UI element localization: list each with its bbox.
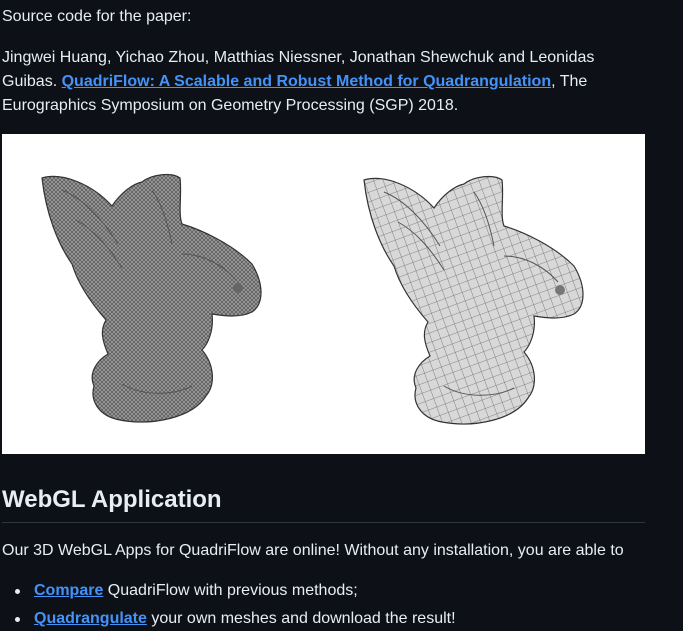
gargoyle-triangle-mesh-icon <box>41 173 262 423</box>
citation-paragraph: Jingwei Huang, Yichao Zhou, Matthias Nie… <box>2 46 642 118</box>
compare-link[interactable]: Compare <box>34 582 103 599</box>
gargoyle-figure-image <box>41 173 584 425</box>
list-item: Quadrangulate your own meshes and downlo… <box>15 607 456 631</box>
section-description: Our 3D WebGL Apps for QuadriFlow are onl… <box>2 542 624 559</box>
gargoyle-figure <box>2 134 645 454</box>
gargoyle-quad-mesh-icon <box>363 175 584 425</box>
list-item-text: your own meshes and download the result! <box>146 610 456 627</box>
paper-link[interactable]: QuadriFlow: A Scalable and Robust Method… <box>62 73 552 90</box>
list-item-text: QuadriFlow with previous methods; <box>103 582 358 599</box>
bullet-icon <box>15 589 20 594</box>
quadrangulate-link[interactable]: Quadrangulate <box>34 610 147 627</box>
intro-text: Source code for the paper: <box>2 8 192 25</box>
heading-divider <box>2 522 645 523</box>
list-item: Compare QuadriFlow with previous methods… <box>15 579 456 607</box>
bullet-icon <box>15 617 20 622</box>
feature-list: Compare QuadriFlow with previous methods… <box>2 579 456 631</box>
section-heading: WebGL Application <box>2 486 222 513</box>
